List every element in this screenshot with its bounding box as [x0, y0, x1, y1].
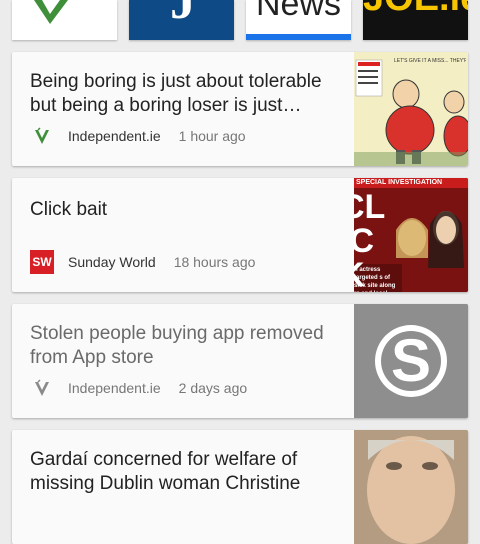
article-title: Click bait [30, 199, 108, 220]
source-tiles-row: J News JOE.ie [0, 0, 480, 41]
article-meta: Independent.ie 2 days ago [30, 376, 247, 400]
journal-tile[interactable]: J [129, 0, 234, 40]
article-thumbnail: LET'S GIVE IT A MISS... THEY'RE NOT [354, 52, 468, 166]
article-meta: Independent.ie 1 hour ago [30, 124, 246, 148]
journal-logo: J [170, 0, 196, 30]
article-time: 1 hour ago [178, 128, 246, 144]
joe-logo: JOE.ie [363, 0, 468, 18]
article-title: Gardaí concerned for welfare of missing … [30, 449, 301, 494]
news-tile[interactable]: News [246, 0, 351, 40]
cartoon-image [354, 52, 468, 166]
joe-tile[interactable]: JOE.ie [363, 0, 468, 40]
harp-logo-icon [34, 0, 68, 24]
sunday-world-logo-icon: SW [30, 250, 54, 274]
app-logo-letter: S [390, 327, 432, 394]
article-time: 18 hours ago [173, 254, 256, 270]
harp-icon [35, 379, 49, 396]
article-thumbnail: SPECIAL INVESTIGATION CLICK BAIT n actre… [354, 178, 468, 292]
cover-banner-text: SPECIAL INVESTIGATION [356, 179, 443, 186]
cover-caption-text: n actress targeted s of sick site along … [354, 267, 396, 292]
article-thumbnail [354, 430, 468, 544]
article-source: Independent.ie [68, 128, 161, 144]
article-card[interactable]: Stolen people buying app removed from Ap… [12, 304, 468, 418]
article-card[interactable]: Gardaí concerned for welfare of missing … [12, 430, 468, 544]
article-source: Sunday World [68, 254, 156, 270]
article-title: Stolen people buying app removed from Ap… [30, 323, 324, 368]
portrait-image [354, 430, 468, 544]
article-meta: SW Sunday World 18 hours ago [30, 250, 255, 274]
news-logo-text: News [255, 0, 342, 23]
harp-icon [35, 127, 49, 144]
article-time: 2 days ago [178, 380, 248, 396]
article-title: Being boring is just about tolerable but… [30, 71, 322, 116]
article-card[interactable]: Click bait SW Sunday World 18 hours ago … [12, 178, 468, 292]
article-thumbnail: S [354, 304, 468, 418]
independent-tile[interactable] [12, 0, 117, 40]
cartoon-speech-text: LET'S GIVE IT A MISS... THEY'RE NOT [394, 58, 466, 64]
article-card[interactable]: Being boring is just about tolerable but… [12, 52, 468, 166]
article-source: Independent.ie [68, 380, 161, 396]
news-tile-bar [246, 34, 351, 40]
